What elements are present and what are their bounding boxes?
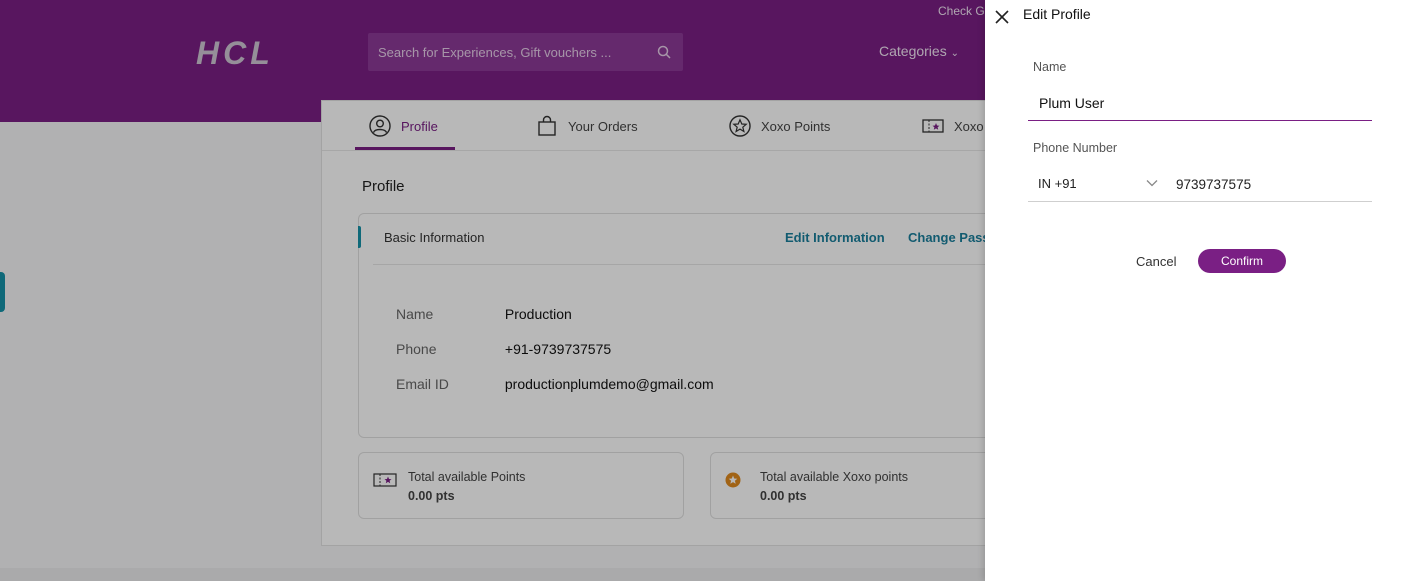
phone-field-label: Phone Number [1033, 141, 1118, 155]
name-input[interactable] [1028, 86, 1372, 121]
chevron-down-icon[interactable] [1146, 178, 1158, 188]
confirm-button[interactable]: Confirm [1198, 249, 1286, 273]
name-field-label: Name [1033, 60, 1067, 74]
phone-input[interactable] [1176, 172, 1366, 196]
country-code-select[interactable]: IN +91 [1038, 176, 1077, 191]
drawer-title: Edit Profile [1023, 6, 1091, 22]
cancel-button[interactable]: Cancel [1136, 254, 1176, 269]
phone-number-row: IN +91 [1028, 166, 1372, 202]
edit-profile-drawer: Edit Profile Name Phone Number IN +91 Ca… [985, 0, 1416, 581]
close-icon[interactable] [993, 8, 1011, 26]
